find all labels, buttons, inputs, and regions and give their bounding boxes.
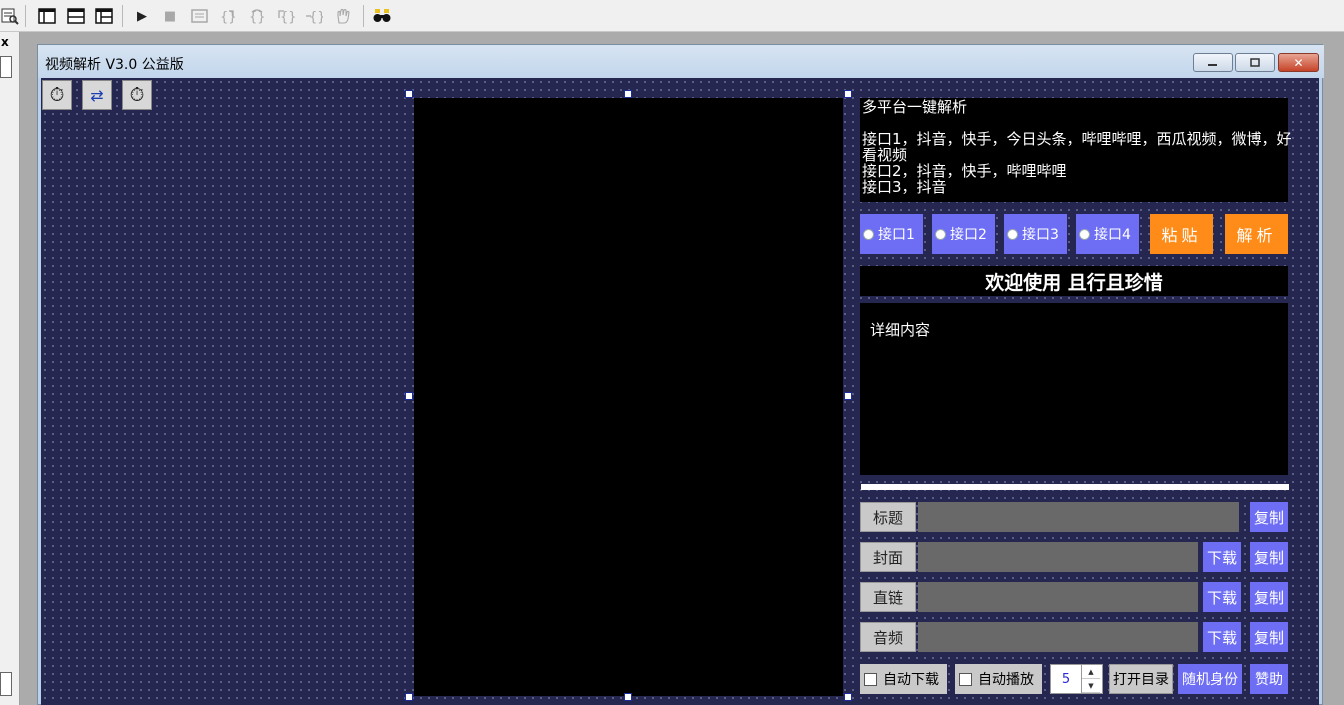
copy-title-button[interactable]: 复制 — [1250, 502, 1288, 532]
count-spinner[interactable]: 5 ▲ ▼ — [1050, 664, 1103, 694]
run-to-cursor-icon[interactable]: {} — [304, 6, 324, 26]
detail-textbox[interactable]: 详细内容 — [860, 303, 1288, 475]
checkbox-icon — [864, 672, 877, 686]
spinner-up-icon[interactable]: ▲ — [1082, 665, 1100, 679]
interface-3-radio[interactable]: 接口3 — [1004, 214, 1067, 254]
copy-audio-button[interactable]: 复制 — [1250, 622, 1288, 652]
paste-button[interactable]: 粘贴 — [1150, 214, 1213, 254]
copy-cover-button[interactable]: 复制 — [1250, 542, 1288, 572]
step-into-icon[interactable]: {} — [218, 6, 238, 26]
copy-link-button[interactable]: 复制 — [1250, 582, 1288, 612]
sponsor-button[interactable]: 赞助 — [1250, 664, 1288, 694]
window-title: 视频解析 V3.0 公益版 — [45, 57, 184, 73]
random-identity-button[interactable]: 随机身份 — [1178, 664, 1242, 694]
window-titlebar[interactable]: 视频解析 V3.0 公益版 ✕ — [38, 45, 1324, 78]
interface-label: 接口3 — [1022, 227, 1059, 243]
timer-icon[interactable]: ⏱ — [122, 80, 152, 110]
download-audio-button[interactable]: 下载 — [1203, 622, 1241, 652]
panel-box — [0, 56, 12, 78]
audio-field[interactable] — [918, 622, 1198, 652]
network-icon[interactable]: ⇄ — [82, 80, 112, 110]
cover-field[interactable] — [918, 542, 1198, 572]
info-line: 看视频 — [862, 146, 908, 164]
close-button[interactable]: ✕ — [1278, 53, 1319, 72]
run-icon[interactable]: ▶ — [132, 6, 152, 26]
resize-handle[interactable] — [405, 90, 413, 98]
info-line: 接口3，抖音 — [862, 178, 947, 196]
cover-label: 封面 — [860, 542, 916, 572]
spinner-value: 5 — [1061, 671, 1071, 687]
open-directory-button[interactable]: 打开目录 — [1109, 664, 1173, 694]
binoculars-icon[interactable] — [372, 6, 392, 26]
resize-handle[interactable] — [405, 392, 413, 400]
resize-handle[interactable] — [624, 693, 632, 701]
resize-handle[interactable] — [844, 693, 852, 701]
radio-dot-icon — [863, 228, 874, 240]
step-out-icon[interactable]: {} — [276, 6, 296, 26]
auto-play-checkbox[interactable]: 自动播放 — [955, 664, 1042, 694]
interface-label: 接口1 — [878, 227, 915, 243]
interface-label: 接口2 — [950, 227, 987, 243]
progress-bar — [861, 484, 1289, 490]
auto-download-checkbox[interactable]: 自动下载 — [860, 664, 947, 694]
video-player[interactable] — [414, 98, 843, 696]
ide-toolbar: ▶ ■ {} {} {} {} — [0, 0, 1344, 32]
title-label: 标题 — [860, 502, 916, 532]
timer-icon[interactable]: ⏱ — [42, 80, 72, 110]
info-box: 多平台一键解析 接口1，抖音，快手，今日头条，哔哩哔哩，西瓜视频，微博，好 看视… — [860, 98, 1292, 202]
svg-text:{}: {} — [280, 10, 295, 24]
preview-icon[interactable] — [0, 6, 20, 26]
resize-handle[interactable] — [844, 392, 852, 400]
download-link-button[interactable]: 下载 — [1203, 582, 1241, 612]
interface-label: 接口4 — [1094, 227, 1131, 243]
close-panel-button[interactable]: x — [1, 35, 9, 49]
audio-label: 音频 — [860, 622, 916, 652]
left-panel-strip: x — [0, 32, 20, 705]
step-over-icon[interactable]: {} — [247, 6, 267, 26]
download-cover-button[interactable]: 下载 — [1203, 542, 1241, 572]
resize-handle[interactable] — [405, 693, 413, 701]
layout-split-icon[interactable] — [66, 6, 86, 26]
svg-text:{}: {} — [220, 10, 237, 24]
title-field[interactable] — [918, 502, 1239, 532]
info-line: 多平台一键解析 — [862, 98, 968, 116]
auto-play-label: 自动播放 — [978, 672, 1034, 688]
direct-link-label: 直链 — [860, 582, 916, 612]
svg-text:{}: {} — [249, 10, 266, 24]
info-line — [862, 115, 1286, 131]
parse-button[interactable]: 解析 — [1225, 214, 1288, 254]
interface-2-radio[interactable]: 接口2 — [932, 214, 995, 254]
info-line: 接口2，抖音，快手，哔哩哔哩 — [862, 162, 1067, 180]
panel-box — [0, 672, 12, 696]
interface-4-radio[interactable]: 接口4 — [1076, 214, 1139, 254]
layout-grid-icon[interactable] — [94, 6, 114, 26]
svg-text:{}: {} — [309, 10, 323, 24]
detail-text: 详细内容 — [870, 321, 931, 339]
stop-icon[interactable]: ■ — [160, 6, 180, 26]
resize-handle[interactable] — [844, 90, 852, 98]
info-line: 接口1，抖音，快手，今日头条，哔哩哔哩，西瓜视频，微博，好 — [862, 130, 1292, 148]
direct-link-field[interactable] — [918, 582, 1198, 612]
breakpoint-hand-icon[interactable] — [333, 6, 353, 26]
radio-dot-icon — [935, 228, 946, 240]
radio-dot-icon — [1079, 228, 1090, 240]
checkbox-icon — [959, 672, 972, 686]
auto-download-label: 自动下载 — [883, 672, 939, 688]
maximize-button[interactable] — [1235, 53, 1275, 72]
welcome-banner: 欢迎使用 且行且珍惜 — [860, 266, 1288, 296]
layout-single-icon[interactable] — [37, 6, 57, 26]
spinner-down-icon[interactable]: ▼ — [1082, 679, 1100, 693]
spinner-arrows[interactable]: ▲ ▼ — [1081, 665, 1100, 693]
debug-window-icon[interactable] — [190, 6, 210, 26]
resize-handle[interactable] — [624, 90, 632, 98]
interface-1-radio[interactable]: 接口1 — [860, 214, 923, 254]
minimize-button[interactable] — [1193, 53, 1233, 72]
radio-dot-icon — [1007, 228, 1018, 240]
